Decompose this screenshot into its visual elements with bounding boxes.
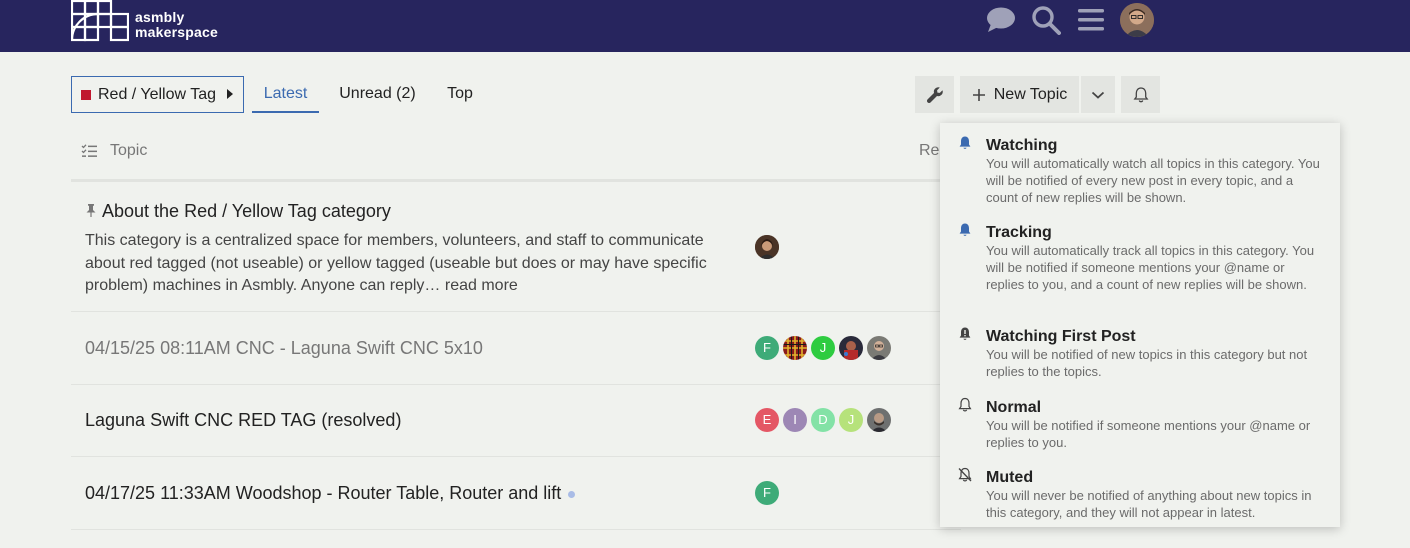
category-color-swatch: [81, 89, 91, 100]
poster-avatar[interactable]: [755, 235, 779, 259]
category-dropdown[interactable]: Red / Yellow Tag: [71, 76, 244, 113]
read-more-link[interactable]: read more: [445, 277, 518, 294]
topic-title-link[interactable]: Laguna Swift CNC RED TAG (resolved): [85, 410, 401, 431]
menu-item-title: Watching: [986, 137, 1058, 154]
new-topic-button[interactable]: New Topic: [960, 76, 1079, 113]
poster-avatar[interactable]: J: [839, 408, 863, 432]
chevron-down-icon: [1091, 91, 1105, 99]
topic-header-label: Topic: [110, 142, 148, 159]
topic-title-link[interactable]: 04/15/25 08:11AM CNC - Laguna Swift CNC …: [85, 338, 483, 359]
new-topic-options-button[interactable]: [1081, 76, 1115, 113]
poster-avatar[interactable]: [867, 336, 891, 360]
hamburger-menu-icon[interactable]: [1077, 5, 1107, 35]
bell-outline-icon: [958, 397, 972, 412]
menu-item-title: Normal: [986, 399, 1042, 416]
notification-level-menu: Watching You will automatically watch al…: [940, 123, 1340, 527]
topic-title-row: 04/17/25 11:33AM Woodshop - Router Table…: [85, 483, 576, 504]
admin-wrench-button[interactable]: [915, 76, 954, 113]
menu-item-description: You will be notified of new topics in th…: [986, 347, 1308, 379]
menu-item-muted[interactable]: Muted You will never be notified of anyt…: [940, 459, 1340, 525]
menu-item-title: Muted: [986, 469, 1034, 486]
poster-avatar[interactable]: [839, 336, 863, 360]
logo-line-1: asmbly: [135, 9, 185, 25]
topic-title-link[interactable]: 04/17/25 11:33AM Woodshop - Router Table…: [85, 483, 561, 503]
chat-icon[interactable]: [986, 5, 1016, 35]
topic-title-link[interactable]: About the Red / Yellow Tag category: [102, 201, 391, 222]
bell-icon: [959, 223, 971, 236]
poster-avatar[interactable]: [867, 408, 891, 432]
poster-avatar[interactable]: F: [755, 481, 779, 505]
row-divider: [71, 456, 961, 457]
topic-excerpt: This category is a centralized space for…: [85, 230, 725, 298]
menu-item-description: You will be notified if someone mentions…: [986, 418, 1311, 450]
tab-unread[interactable]: Unread (2): [333, 76, 422, 113]
row-divider: [71, 529, 961, 530]
poster-avatar[interactable]: F: [755, 336, 779, 360]
list-header-divider: [71, 179, 961, 182]
poster-avatar[interactable]: [783, 336, 807, 360]
topic-column-header[interactable]: Topic: [81, 142, 147, 160]
bell-icon: [959, 136, 971, 149]
menu-item-watching-first-post[interactable]: Watching First Post You will be notified…: [940, 318, 1340, 384]
caret-right-icon: [227, 89, 233, 99]
menu-item-title: Tracking: [986, 224, 1052, 241]
menu-item-watching[interactable]: Watching You will automatically watch al…: [940, 127, 1340, 211]
category-dropdown-label: Red / Yellow Tag: [98, 85, 217, 103]
asmbly-logo-icon[interactable]: [71, 0, 129, 42]
user-avatar[interactable]: [1120, 3, 1154, 37]
new-topic-label: New Topic: [993, 85, 1068, 103]
pin-icon[interactable]: [85, 203, 97, 217]
unread-indicator: [568, 490, 576, 498]
tab-top[interactable]: Top: [440, 76, 480, 113]
bell-outline-icon: [1133, 86, 1148, 102]
row-divider: [71, 384, 961, 385]
tab-latest[interactable]: Latest: [252, 76, 319, 113]
bell-exclamation-icon: [959, 327, 971, 340]
site-header: asmbly makerspace: [0, 0, 1410, 52]
row-divider: [71, 311, 961, 312]
menu-item-description: You will automatically watch all topics …: [986, 156, 1320, 205]
wrench-icon: [926, 86, 943, 103]
poster-avatar[interactable]: I: [783, 408, 807, 432]
menu-item-title: Watching First Post: [986, 328, 1136, 345]
poster-avatar[interactable]: E: [755, 408, 779, 432]
menu-item-description: You will automatically track all topics …: [986, 243, 1315, 292]
topic-excerpt-text: This category is a centralized space for…: [85, 232, 707, 294]
bulk-select-icon[interactable]: [81, 144, 97, 158]
menu-item-tracking[interactable]: Tracking You will automatically track al…: [940, 214, 1340, 314]
replies-column-header[interactable]: Re: [919, 142, 939, 160]
plus-icon: [972, 88, 985, 101]
category-notifications-button[interactable]: [1121, 76, 1160, 113]
menu-item-description: You will never be notified of anything a…: [986, 488, 1312, 520]
search-icon[interactable]: [1031, 5, 1061, 35]
bell-slash-icon: [958, 467, 972, 482]
logo-line-2: makerspace: [135, 24, 218, 40]
logo-wordmark[interactable]: asmbly makerspace: [135, 10, 218, 40]
menu-item-normal[interactable]: Normal You will be notified if someone m…: [940, 389, 1340, 455]
poster-avatar[interactable]: J: [811, 336, 835, 360]
poster-avatar[interactable]: D: [811, 408, 835, 432]
